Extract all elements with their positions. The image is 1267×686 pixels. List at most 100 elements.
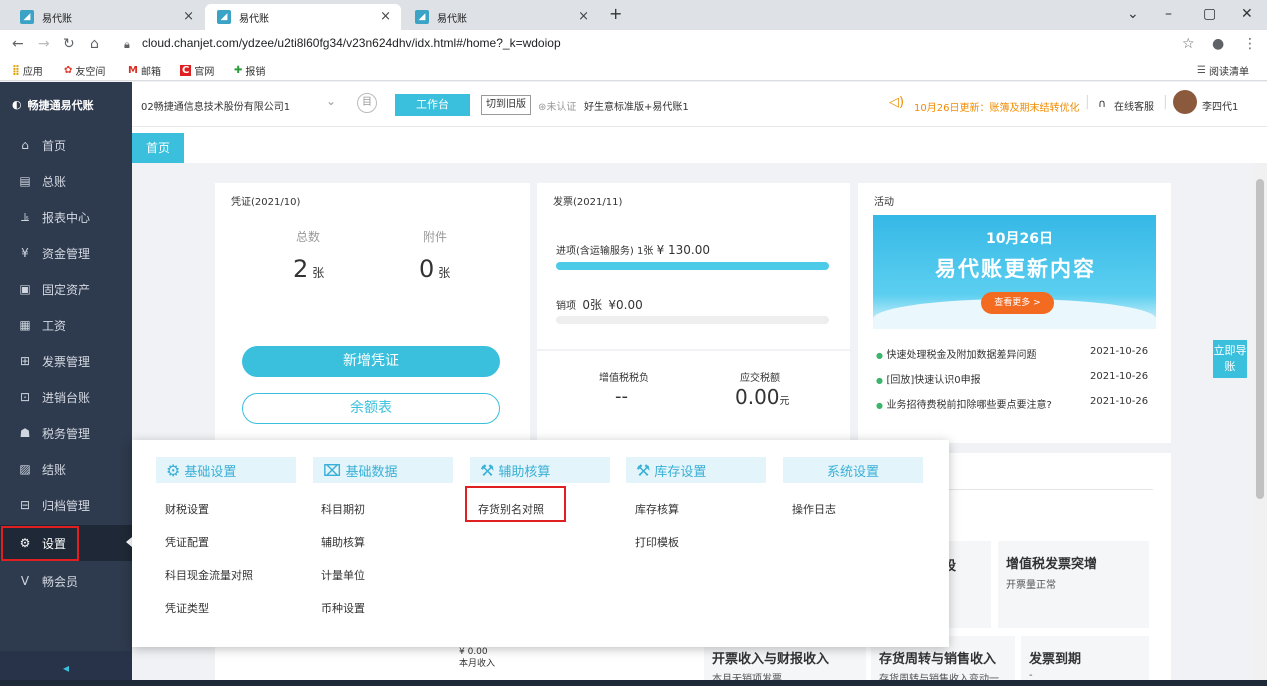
menu-item-voucher-type[interactable]: 凭证类型: [165, 600, 209, 616]
news-item[interactable]: ● 业务招待费税前扣除哪些要点要注意? 2021-10-26: [876, 396, 1156, 411]
minimize-icon[interactable]: –: [1165, 6, 1172, 22]
sidebar-item-closing[interactable]: ▨ 结账: [0, 451, 132, 487]
profile-icon[interactable]: ●: [1212, 36, 1224, 52]
sidebar-item-salary[interactable]: ▦ 工资: [0, 307, 132, 343]
tax-icon: ☗: [19, 426, 31, 440]
app-favicon-icon: ◢: [20, 10, 34, 24]
menu-item-operation-log[interactable]: 操作日志: [792, 501, 836, 517]
tool-icon: ⚒: [636, 460, 651, 480]
app-logo[interactable]: ◐ 畅捷通易代账: [0, 82, 132, 127]
balance-sheet-button[interactable]: 余额表: [242, 393, 500, 424]
lock-icon: 🔒︎: [124, 38, 130, 51]
menu-item-stock-costing[interactable]: 库存核算: [635, 501, 679, 517]
sidebar-item-home[interactable]: ⌂ 首页: [0, 127, 132, 163]
update-notice[interactable]: 10月26日更新：账簿及期末结转优化: [914, 99, 1079, 114]
input-invoice-row: 进项(含运输服务) 1张 ¥ 130.00: [556, 243, 710, 257]
risk-card-due[interactable]: 发票到期 -: [1021, 636, 1149, 686]
new-tab-button[interactable]: +: [609, 4, 622, 23]
company-selector[interactable]: 02畅捷通信息技术股份有限公司1: [141, 98, 290, 113]
import-account-button[interactable]: 立即导账: [1213, 340, 1247, 378]
menu-item-opening-balance[interactable]: 科目期初: [321, 501, 365, 517]
apps-grid-icon: ⣿: [12, 65, 20, 76]
user-name[interactable]: 李四代1: [1202, 98, 1238, 113]
switch-old-version-button[interactable]: 切到旧版: [481, 95, 531, 115]
browser-address-bar: ← → ↻ ⌂ 🔒︎ cloud.chanjet.com/ydzee/u2ti8…: [0, 30, 1267, 59]
forward-icon[interactable]: →: [38, 36, 50, 52]
browser-tab[interactable]: ◢ 易代账 ×: [403, 4, 599, 30]
ledger-icon: ▤: [19, 174, 31, 188]
sidebar-item-invoice[interactable]: ⊞ 发票管理: [0, 343, 132, 379]
bullet-icon: ●: [876, 401, 883, 410]
news-item[interactable]: ● [回放]快速认识0申报 2021-10-26: [876, 371, 1156, 386]
tool-icon: ⚒: [480, 460, 495, 480]
vip-icon: V: [20, 574, 30, 588]
page-scrollbar[interactable]: [1253, 163, 1267, 686]
asset-icon: ▣: [19, 282, 31, 296]
menu-item-print-template[interactable]: 打印模板: [635, 534, 679, 550]
sidebar-item-tax[interactable]: ☗ 税务管理: [0, 415, 132, 451]
banner-title: 易代账更新内容: [935, 257, 1096, 281]
browser-tab-bar: ◢ 易代账 × ◢ 易代账 × ◢ 易代账 × + ⌄ – ▢ ✕: [0, 0, 1267, 30]
bullet-icon: ●: [876, 351, 883, 360]
archive-icon: ⊟: [19, 498, 31, 512]
menu-item-tax-settings[interactable]: 财税设置: [165, 501, 209, 517]
tab-search-icon[interactable]: ⌄: [1127, 6, 1139, 22]
sidebar-item-ledger[interactable]: ▤ 总账: [0, 163, 132, 199]
bookmark-apps[interactable]: ⣿ 应用: [12, 63, 43, 78]
menu-item-cashflow-mapping[interactable]: 科目现金流量对照: [165, 567, 253, 583]
risk-card-vat[interactable]: 增值税发票突增 开票量正常: [998, 541, 1149, 628]
close-tab-icon[interactable]: ×: [183, 9, 194, 24]
sidebar-item-assets[interactable]: ▣ 固定资产: [0, 271, 132, 307]
youkongjian-icon: ✿: [64, 65, 73, 76]
vat-burden-label: 增值税税负: [599, 373, 649, 384]
menu-icon[interactable]: ⋮: [1243, 36, 1257, 52]
maximize-icon[interactable]: ▢: [1203, 6, 1216, 22]
browser-tab-active[interactable]: ◢ 易代账 ×: [205, 4, 401, 30]
card-title: 凭证(2021/10): [231, 197, 301, 208]
input-invoice-bar: [556, 262, 829, 270]
home-icon: ⌂: [21, 138, 29, 152]
new-voucher-button[interactable]: 新增凭证: [242, 346, 500, 377]
menu-item-currency[interactable]: 币种设置: [321, 600, 365, 616]
close-tab-icon[interactable]: ×: [578, 9, 589, 24]
browser-tab[interactable]: ◢ 易代账 ×: [8, 4, 204, 30]
card-title: 发票(2021/11): [553, 197, 623, 208]
menu-item-voucher-config[interactable]: 凭证配置: [165, 534, 209, 550]
book-icon[interactable]: 目: [357, 93, 377, 113]
sidebar-item-funds[interactable]: ¥ 资金管理: [0, 235, 132, 271]
sidebar-item-reports[interactable]: ⫡ 报表中心: [0, 199, 132, 235]
sidebar-item-archive[interactable]: ⊟ 归档管理: [0, 487, 132, 523]
bookmark-mail[interactable]: M 邮箱: [128, 63, 161, 78]
home-icon[interactable]: ⌂: [90, 36, 99, 52]
workbench-button[interactable]: 工作台: [395, 94, 470, 116]
reading-list-button[interactable]: ☰ 阅读清单: [1197, 63, 1249, 78]
bullet-icon: ●: [876, 376, 883, 385]
income-label: 本月收入: [459, 659, 496, 669]
invoice-card: 发票(2021/11) 进项(含运输服务) 1张 ¥ 130.00 销项 0张 …: [537, 183, 850, 443]
sidebar-item-vip[interactable]: V 畅会员: [0, 563, 132, 599]
tax-payable-label: 应交税额: [740, 373, 780, 384]
scrollbar-thumb[interactable]: [1256, 179, 1264, 499]
sidebar-item-stock-ledger[interactable]: ⊡ 进销台账: [0, 379, 132, 415]
close-window-icon[interactable]: ✕: [1241, 6, 1253, 22]
url-field[interactable]: cloud.chanjet.com/ydzee/u2ti8l60fg34/v23…: [142, 36, 561, 50]
tab-title: 易代账: [239, 13, 269, 25]
bookmark-expense[interactable]: ✚ 报销: [234, 63, 265, 78]
reload-icon[interactable]: ↻: [63, 36, 75, 52]
bookmark-star-icon[interactable]: ☆: [1182, 36, 1195, 52]
menu-item-aux-accounting[interactable]: 辅助核算: [321, 534, 365, 550]
news-item[interactable]: ● 快速处理税金及附加数据差异问题 2021-10-26: [876, 346, 1156, 361]
menu-item-units[interactable]: 计量单位: [321, 567, 365, 583]
stock-icon: ⊡: [19, 390, 31, 404]
cert-status: ⊛未认证: [538, 102, 577, 113]
bookmark-youkongjian[interactable]: ✿ 友空间: [64, 63, 105, 78]
banner-more-button[interactable]: 查看更多 >: [981, 292, 1054, 314]
activity-banner[interactable]: 10月26日 易代账更新内容 查看更多 >: [873, 215, 1156, 329]
chevron-down-icon[interactable]: ⌄: [326, 94, 336, 108]
tab-home[interactable]: 首页: [132, 133, 184, 163]
avatar[interactable]: [1173, 90, 1197, 114]
back-icon[interactable]: ←: [12, 36, 24, 52]
online-service-link[interactable]: 在线客服: [1114, 98, 1154, 113]
bookmark-official[interactable]: C 官网: [180, 63, 214, 78]
close-tab-icon[interactable]: ×: [380, 9, 391, 24]
